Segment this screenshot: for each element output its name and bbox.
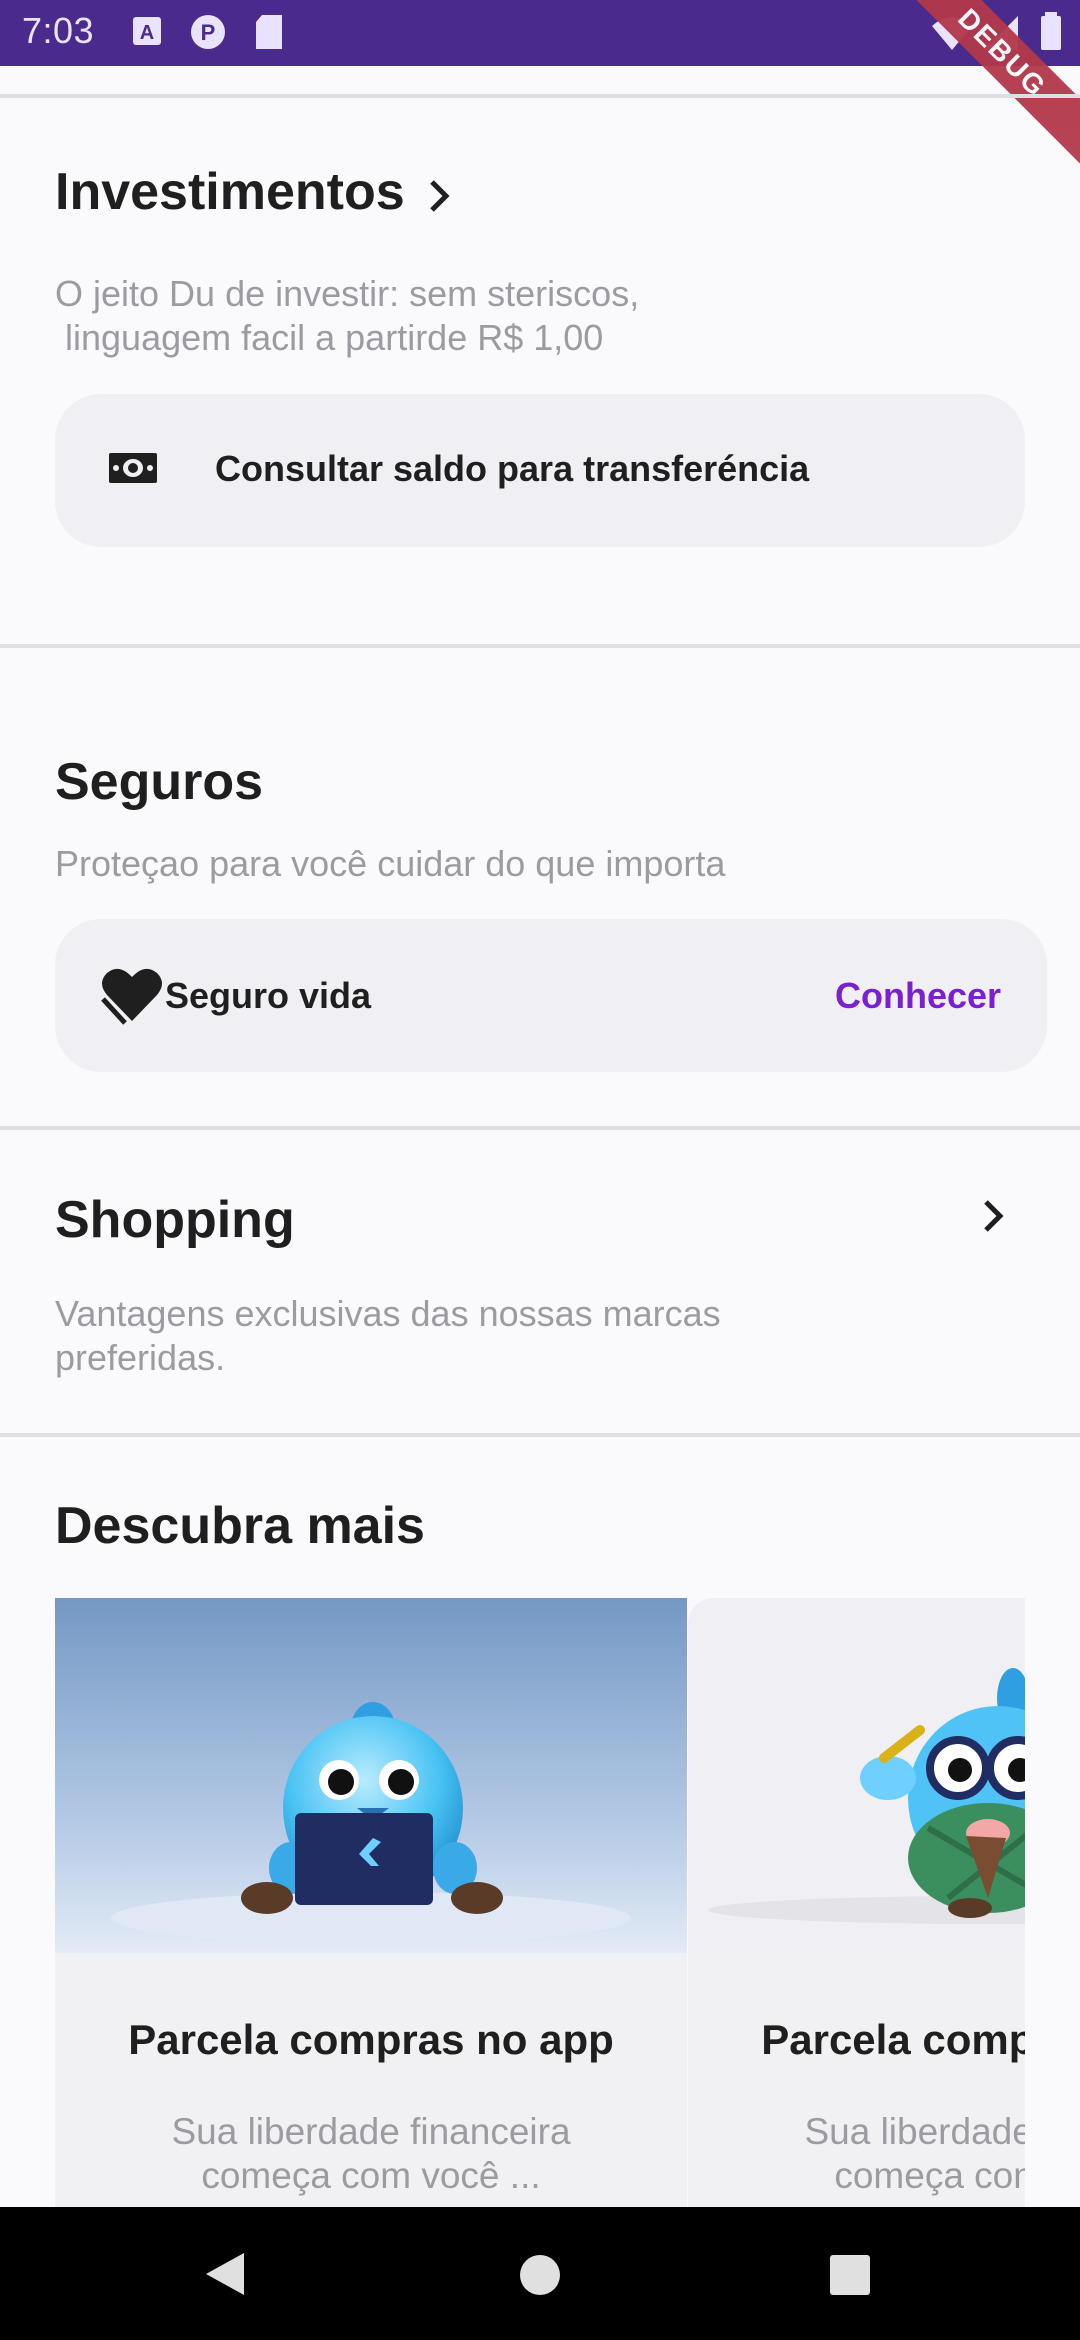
promo-card-desc-line2: começa com você ... xyxy=(834,2155,1025,2196)
promo-card-title: Parcela compras no app xyxy=(761,2016,1025,2063)
navigation-bar xyxy=(0,2207,1080,2340)
promo-carousel[interactable]: Parcela compras no app Sua liberdade fin… xyxy=(0,0,1025,2207)
back-icon[interactable] xyxy=(204,2251,246,2297)
promo-card-desc-line1: Sua liberdade financeira xyxy=(804,2111,1025,2152)
recents-icon[interactable] xyxy=(828,2253,872,2297)
promo-illustration xyxy=(688,1598,1025,1953)
promo-card[interactable]: Parcela compras no app Sua liberdade fin… xyxy=(688,1598,1025,2207)
battery-icon xyxy=(1041,12,1061,50)
home-icon[interactable] xyxy=(518,2253,562,2297)
promo-card-desc-line1: Sua liberdade financeira xyxy=(171,2111,571,2152)
promo-illustration xyxy=(55,1598,687,1953)
promo-card-desc-line2: começa com você ... xyxy=(201,2155,541,2196)
promo-card[interactable]: Parcela compras no app Sua liberdade fin… xyxy=(55,1598,687,2207)
promo-card-title: Parcela compras no app xyxy=(128,2016,614,2063)
